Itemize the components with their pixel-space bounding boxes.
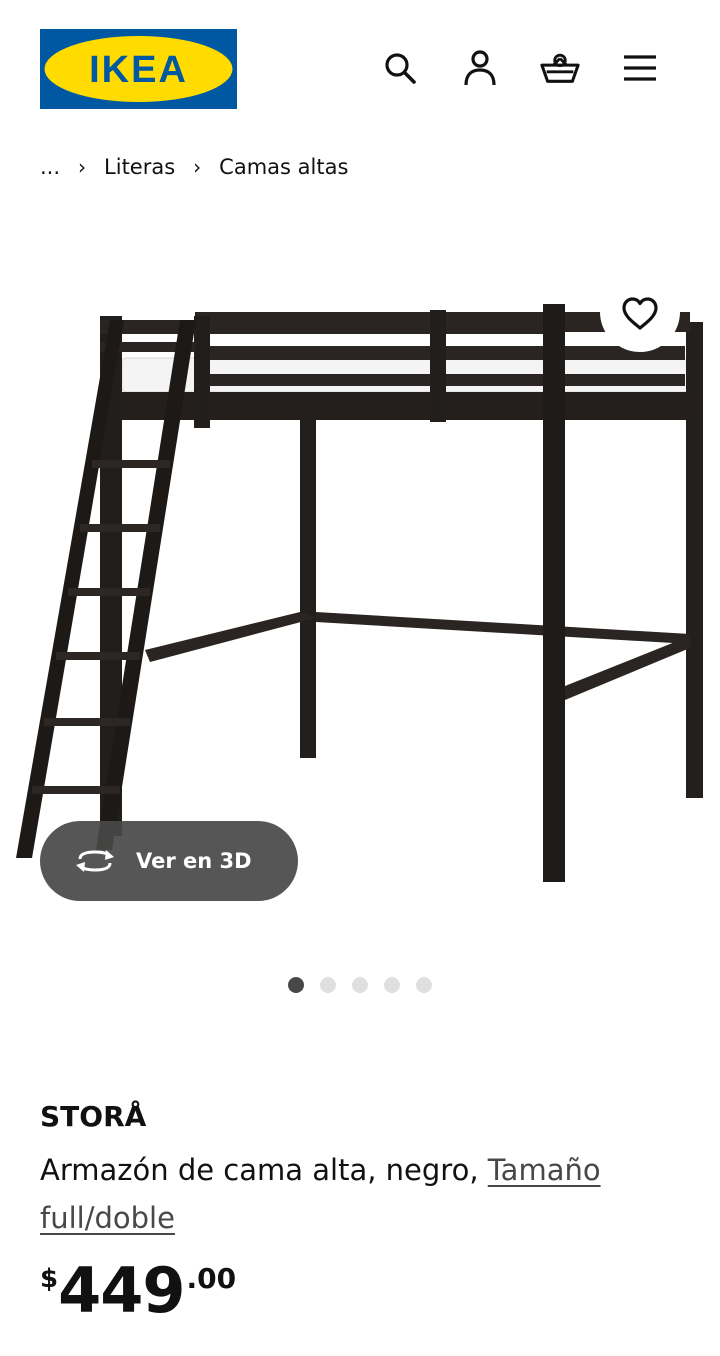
breadcrumb-item-literas[interactable]: Literas — [104, 155, 175, 179]
view-3d-button[interactable]: Ver en 3D — [40, 821, 298, 901]
chevron-right-icon: › — [193, 155, 202, 179]
gallery-dot[interactable] — [416, 977, 432, 993]
price-integer: 449 — [58, 1254, 185, 1327]
product-description-text: Armazón de cama alta, negro, — [40, 1153, 488, 1187]
price-decimals: .00 — [186, 1262, 237, 1295]
product-price: $ 449 .00 — [40, 1258, 236, 1328]
breadcrumb-item-camas-altas[interactable]: Camas altas — [219, 155, 348, 179]
user-icon[interactable] — [460, 48, 500, 88]
ikea-logo[interactable]: IKEA — [40, 29, 237, 109]
product-description: Armazón de cama alta, negro, Tamaño full… — [40, 1146, 680, 1242]
rotate-3d-icon — [74, 846, 118, 876]
logo-text: IKEA — [89, 49, 188, 91]
header: IKEA — [0, 0, 720, 130]
gallery-pagination — [288, 977, 432, 993]
gallery-dot[interactable] — [352, 977, 368, 993]
gallery-dot[interactable] — [384, 977, 400, 993]
view-3d-label: Ver en 3D — [136, 849, 252, 873]
breadcrumb-ellipsis[interactable]: ... — [40, 155, 60, 179]
search-icon[interactable] — [380, 48, 420, 88]
product-name: STORÅ — [40, 1100, 147, 1133]
chevron-right-icon: › — [78, 155, 87, 179]
gallery-dot[interactable] — [320, 977, 336, 993]
price-currency: $ — [40, 1264, 59, 1294]
product-image[interactable] — [0, 290, 720, 894]
menu-icon[interactable] — [620, 48, 660, 88]
breadcrumb: ... › Literas › Camas altas — [40, 150, 348, 184]
gallery-dot[interactable] — [288, 977, 304, 993]
shopping-basket-icon[interactable] — [540, 48, 580, 88]
